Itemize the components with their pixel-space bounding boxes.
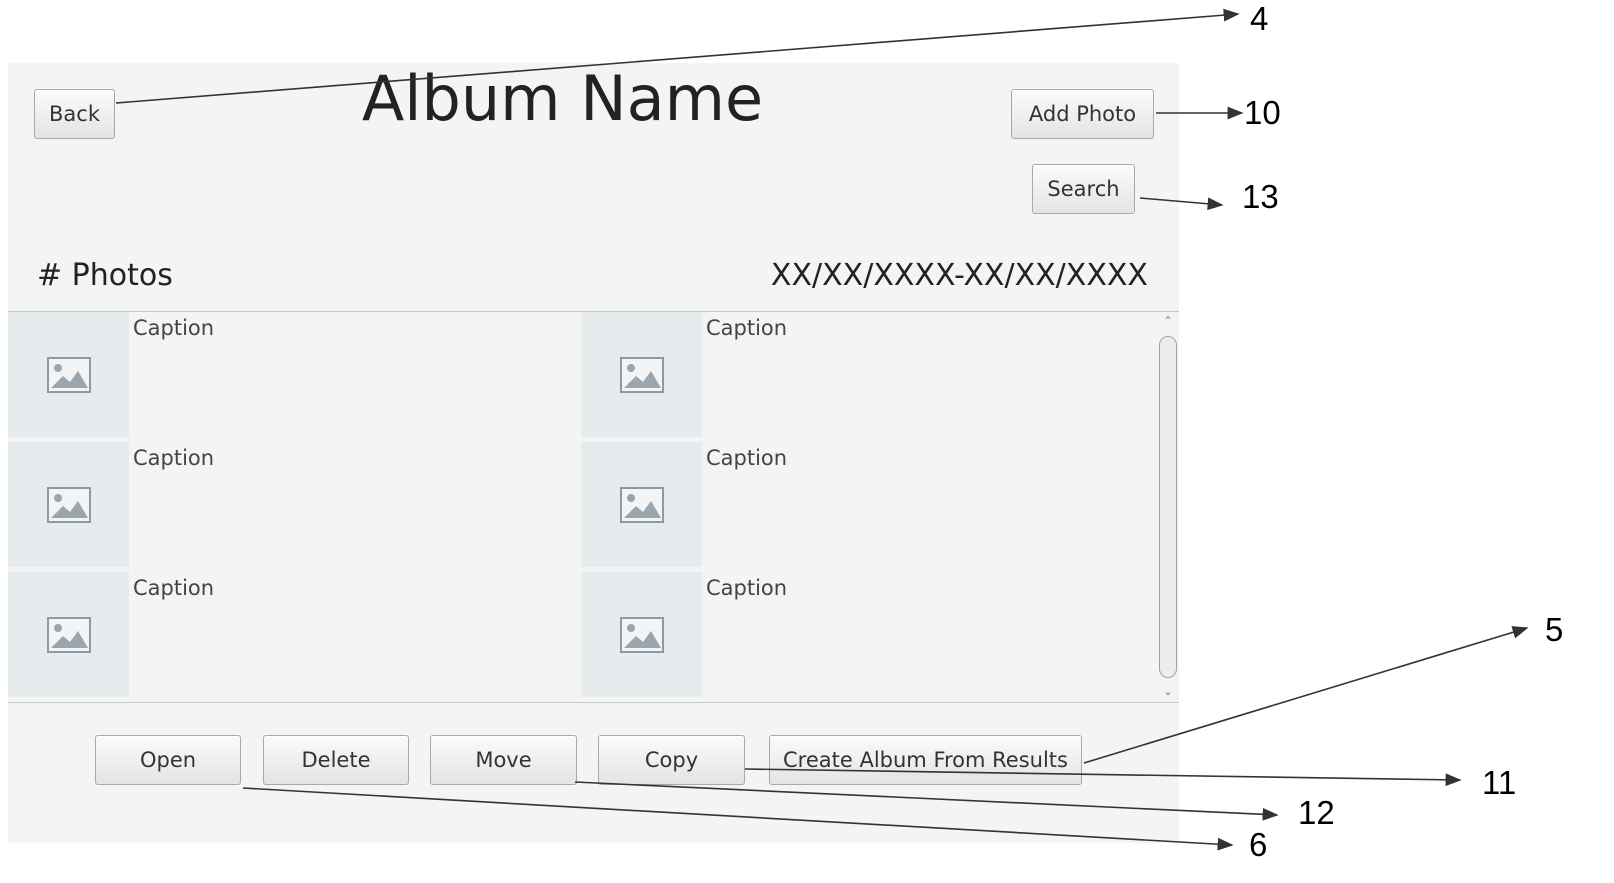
annotation-arrow: [1139, 197, 1224, 211]
annotation-label: 12: [1298, 794, 1335, 831]
annotation-label: 13: [1242, 178, 1279, 215]
annotation-label: 5: [1545, 611, 1564, 648]
annotation-label: 10: [1244, 94, 1281, 131]
annotation-label: 11: [1482, 764, 1517, 801]
annotation-arrow: [1083, 626, 1529, 764]
annotation-arrow: [574, 781, 1279, 821]
annotation-label: 4: [1250, 0, 1269, 37]
annotation-arrow: [242, 787, 1234, 851]
annotation-arrow: [115, 8, 1240, 104]
annotation-arrows: [115, 8, 1529, 851]
annotation-arrow: [744, 768, 1462, 787]
annotation-label: 6: [1249, 826, 1268, 863]
